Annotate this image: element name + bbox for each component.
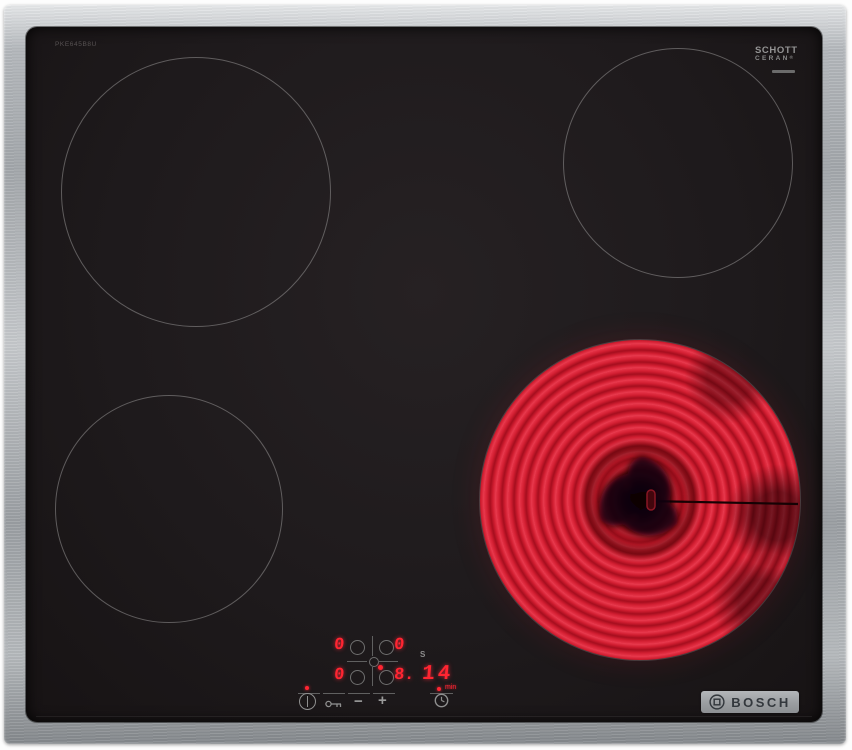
power-icon bbox=[299, 693, 316, 710]
dual-zone-symbol: S bbox=[420, 650, 425, 659]
display-back-right-level: 0 bbox=[393, 637, 405, 654]
minus-label: − bbox=[354, 693, 363, 710]
burner-thermostat-pin bbox=[647, 490, 655, 510]
schott-logo-line2: CERAN® bbox=[755, 56, 825, 63]
glass-edge-reflection bbox=[36, 716, 812, 717]
power-indicator-dot bbox=[305, 686, 309, 690]
key-icon bbox=[325, 699, 343, 709]
zone-indicator-front-left bbox=[350, 670, 365, 685]
decrease-button[interactable]: − bbox=[354, 694, 363, 709]
timer-indicator-dot bbox=[437, 687, 441, 691]
display-divider-top bbox=[372, 636, 373, 656]
timer-button[interactable] bbox=[434, 693, 449, 713]
active-burner-front-right bbox=[480, 340, 800, 660]
bosch-badge: BOSCH bbox=[701, 691, 799, 713]
zone-map-line-right bbox=[378, 661, 398, 662]
zone-indicator-front-right bbox=[379, 670, 394, 685]
burner-ring-back-right bbox=[563, 48, 793, 278]
plus-label: + bbox=[378, 692, 387, 709]
cooktop-steel-frame: PKE645B8U SCHOTT CERAN® bbox=[4, 5, 846, 744]
schott-fineprint-bar bbox=[772, 70, 795, 73]
lock-key-line bbox=[323, 693, 345, 694]
display-front-left-level: 0 bbox=[333, 667, 345, 684]
clock-icon bbox=[434, 693, 449, 708]
ceramic-glass-surface: PKE645B8U SCHOTT CERAN® bbox=[26, 27, 822, 722]
model-number-label: PKE645B8U bbox=[55, 41, 97, 48]
power-button[interactable] bbox=[299, 693, 316, 710]
selected-zone-dot bbox=[378, 665, 383, 670]
timer-display: 14 bbox=[421, 664, 454, 685]
burner-ring-back-left bbox=[61, 57, 331, 327]
zone-indicator-back-left bbox=[350, 640, 365, 655]
zone-map-line-left bbox=[347, 661, 367, 662]
timer-unit-label: min bbox=[445, 684, 456, 691]
schott-ceran-logo: SCHOTT CERAN® bbox=[755, 46, 825, 73]
bosch-armature-icon bbox=[709, 694, 725, 710]
zone-indicator-back-right bbox=[379, 640, 394, 655]
burner-ring-front-left bbox=[55, 395, 283, 623]
burner-coil-swirl bbox=[480, 340, 800, 660]
bosch-wordmark: BOSCH bbox=[731, 695, 790, 710]
display-divider-bottom bbox=[372, 667, 373, 686]
display-back-left-level: 0 bbox=[333, 637, 345, 654]
display-front-right-level: 8. bbox=[393, 667, 415, 684]
increase-button[interactable]: + bbox=[378, 693, 387, 708]
child-lock-button[interactable] bbox=[325, 696, 343, 714]
